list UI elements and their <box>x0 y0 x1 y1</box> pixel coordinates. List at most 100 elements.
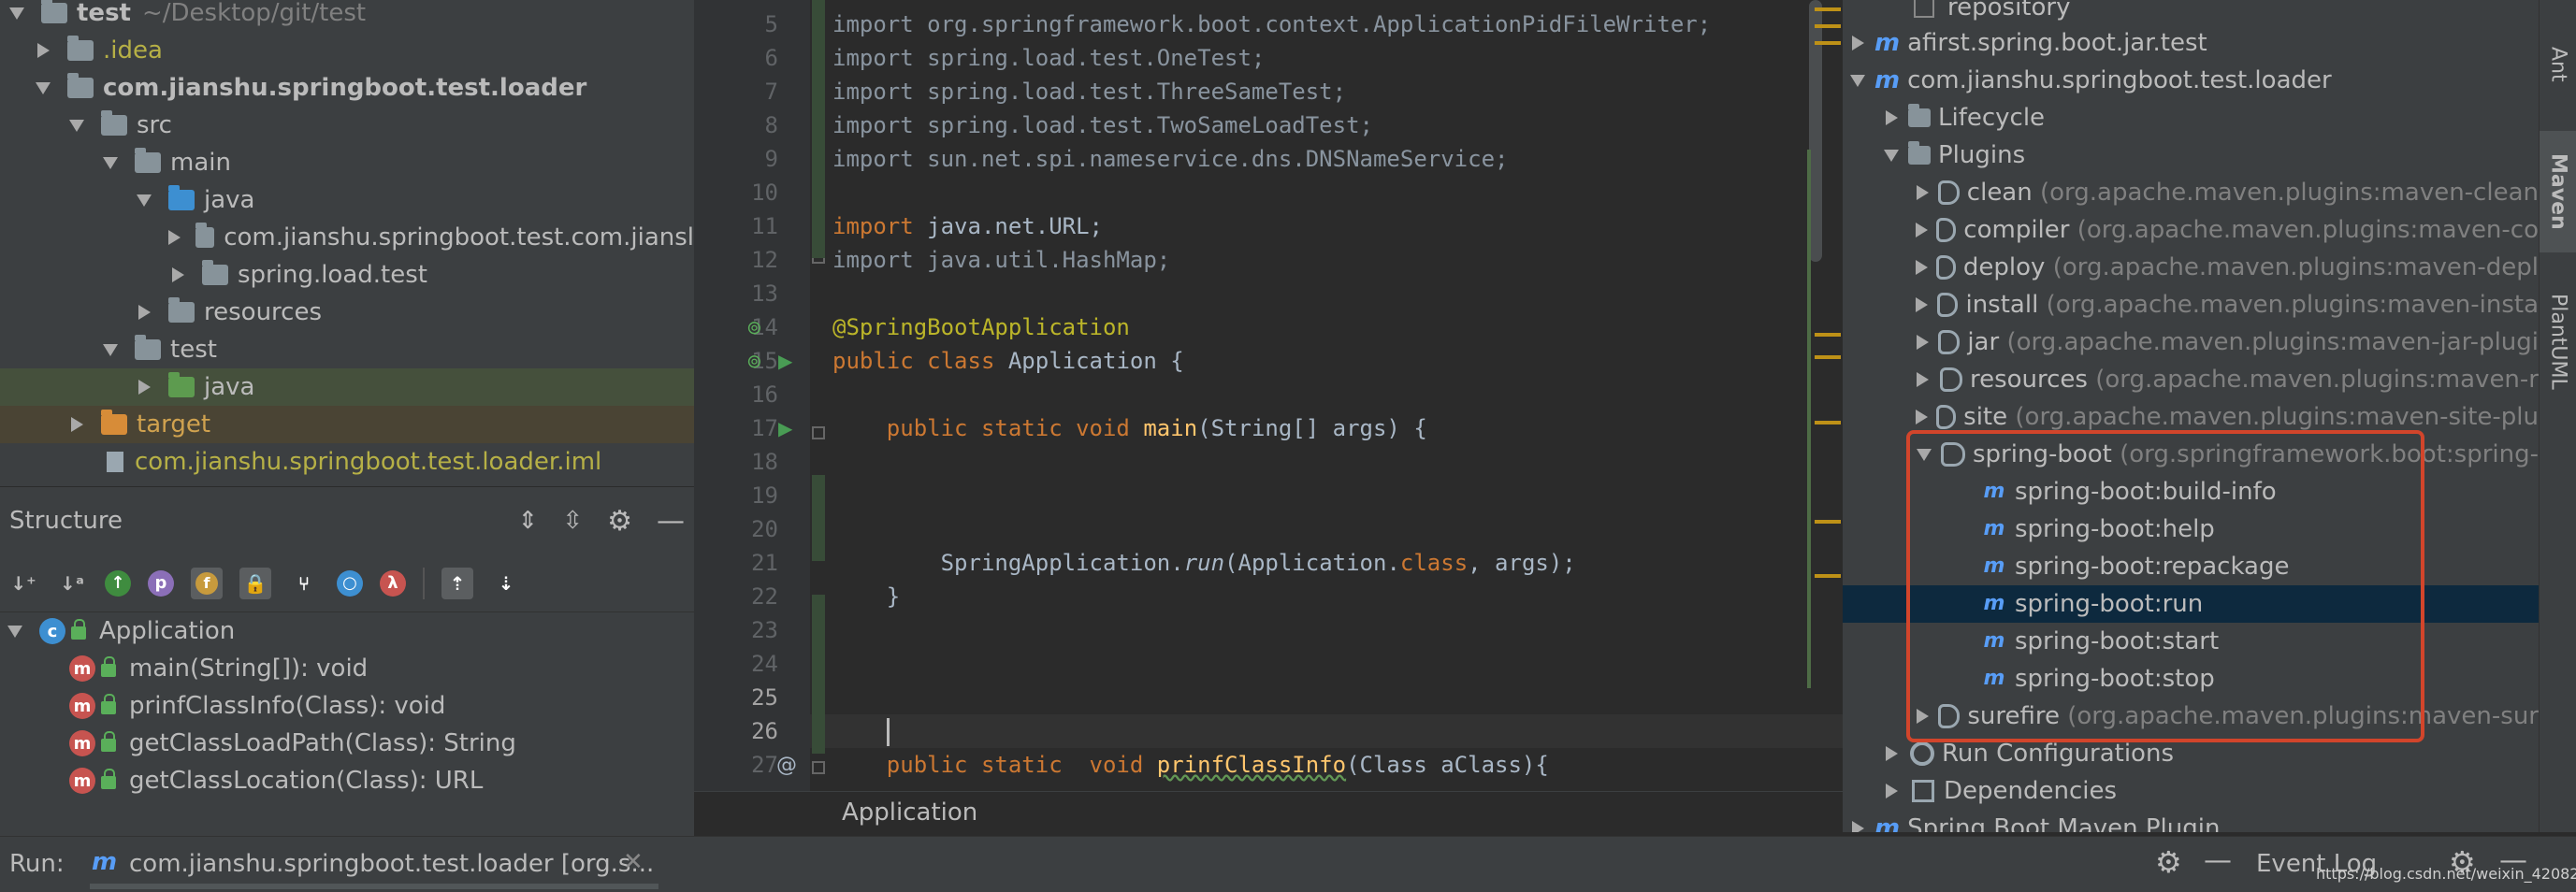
tree-item-target[interactable]: target <box>0 406 694 443</box>
collapsed-arrow-icon[interactable] <box>1885 746 1898 761</box>
maven-goal[interactable]: m spring-boot:repackage <box>1843 548 2539 585</box>
sort-by-visibility-icon[interactable]: ↓⁺ <box>7 568 39 599</box>
collapsed-arrow-icon[interactable] <box>168 230 181 245</box>
expanded-arrow-icon[interactable] <box>103 156 118 169</box>
tree-item-package-2[interactable]: spring.load.test <box>0 256 694 294</box>
warning-marker[interactable] <box>1815 24 1841 28</box>
override-icon[interactable]: @ <box>776 754 797 777</box>
spring-bean-icon[interactable]: ⊚ <box>746 350 762 372</box>
expanded-arrow-icon[interactable] <box>103 343 118 356</box>
expanded-arrow-icon[interactable] <box>1884 149 1899 162</box>
collapse-all-icon[interactable]: ⇳ <box>562 507 583 535</box>
minimize-icon[interactable]: — <box>657 505 685 538</box>
maven-plugin-jar[interactable]: jar (org.apache.maven.plugins:maven-jar-… <box>1843 324 2539 361</box>
collapsed-arrow-icon[interactable] <box>1851 821 1864 832</box>
collapsed-arrow-icon[interactable] <box>137 305 151 320</box>
collapsed-arrow-icon[interactable] <box>1917 372 1930 387</box>
gear-icon[interactable]: ⚙ <box>607 505 632 538</box>
collapsed-arrow-icon[interactable] <box>1885 784 1898 798</box>
collapsed-arrow-icon[interactable] <box>1915 410 1928 424</box>
maven-project-first[interactable]: m afirst.spring.boot.jar.test <box>1843 24 2539 62</box>
expanded-arrow-icon[interactable] <box>7 625 22 638</box>
structure-member[interactable]: m getClassLocation(Class): URL <box>0 762 694 799</box>
maven-lifecycle[interactable]: Lifecycle <box>1843 99 2539 137</box>
maven-plugin-spring-boot[interactable]: spring-boot (org.springframework.boot:sp… <box>1843 436 2539 473</box>
expanded-arrow-icon[interactable] <box>137 194 152 207</box>
tree-item-src[interactable]: src <box>0 107 694 144</box>
structure-member[interactable]: m main(String[]): void <box>0 650 694 687</box>
collapsed-arrow-icon[interactable] <box>1916 185 1929 200</box>
maven-project-loader[interactable]: m com.jianshu.springboot.test.loader <box>1843 62 2539 99</box>
collapsed-arrow-icon[interactable] <box>36 43 50 58</box>
tree-item-idea[interactable]: .idea <box>0 32 694 69</box>
collapsed-arrow-icon[interactable] <box>1885 110 1898 125</box>
editor-breadcrumb[interactable]: Application <box>694 791 1843 832</box>
collapsed-arrow-icon[interactable] <box>70 417 83 432</box>
tree-item-test[interactable]: test <box>0 331 694 368</box>
warning-marker[interactable] <box>1815 333 1841 337</box>
fold-icon[interactable] <box>812 426 825 439</box>
gear-icon[interactable]: ⚙ <box>2155 844 2182 880</box>
maven-goal[interactable]: m spring-boot:start <box>1843 623 2539 660</box>
structure-root[interactable]: c Application <box>0 612 694 650</box>
checkbox-icon[interactable] <box>1914 0 1934 18</box>
collapsed-arrow-icon[interactable] <box>137 380 151 395</box>
expanded-arrow-icon[interactable] <box>9 7 24 20</box>
project-root-row[interactable]: test ~/Desktop/git/test <box>0 0 694 32</box>
maven-item-repository[interactable]: repository <box>1843 0 2539 26</box>
maven-spring-boot-plugin[interactable]: m Spring Boot Maven Plugin <box>1843 810 2539 832</box>
autoscroll-to-source-icon[interactable]: ⇡ <box>441 567 473 599</box>
editor-scrollbar-thumb[interactable] <box>1809 0 1822 262</box>
collapsed-arrow-icon[interactable] <box>171 267 184 282</box>
tree-item-package-1[interactable]: com.jianshu.springboot.test.com.jiansl <box>0 219 694 256</box>
warning-marker[interactable] <box>1815 520 1841 524</box>
show-lambdas-icon[interactable]: λ <box>380 569 406 597</box>
breadcrumb-item[interactable]: Application <box>842 798 977 827</box>
run-gutter-icon[interactable]: ▶ <box>778 350 792 372</box>
collapsed-arrow-icon[interactable] <box>1916 297 1929 312</box>
maven-goal-selected[interactable]: m spring-boot:run <box>1843 585 2539 623</box>
tree-item-main[interactable]: main <box>0 144 694 181</box>
structure-member[interactable]: m getClassLoadPath(Class): String <box>0 725 694 762</box>
fold-icon[interactable] <box>812 761 825 774</box>
tree-item-iml[interactable]: com.jianshu.springboot.test.loader.iml <box>0 443 694 481</box>
warning-marker[interactable] <box>1815 41 1841 45</box>
maven-run-configurations[interactable]: Run Configurations <box>1843 735 2539 772</box>
collapsed-arrow-icon[interactable] <box>1915 260 1928 275</box>
show-classes-icon[interactable]: ○ <box>337 569 363 597</box>
warning-marker[interactable] <box>1815 421 1841 424</box>
maven-plugins[interactable]: Plugins <box>1843 137 2539 174</box>
maven-plugin-surefire[interactable]: surefire (org.apache.maven.plugins:maven… <box>1843 698 2539 735</box>
collapsed-arrow-icon[interactable] <box>1851 36 1864 50</box>
tree-item-java-test[interactable]: java <box>0 368 694 406</box>
maven-plugin-deploy[interactable]: deploy (org.apache.maven.plugins:maven-d… <box>1843 249 2539 286</box>
code-editor[interactable]: 5 6 7 8 9 10 11 12 13 14 15 16 17 18 19 … <box>694 0 1843 832</box>
tree-item-java-main[interactable]: java <box>0 181 694 219</box>
maven-plugin-install[interactable]: install (org.apache.maven.plugins:maven-… <box>1843 286 2539 324</box>
maven-goal[interactable]: m spring-boot:help <box>1843 511 2539 548</box>
show-anonymous-icon[interactable]: ⑂ <box>288 568 320 599</box>
maven-plugin-clean[interactable]: clean (org.apache.maven.plugins:maven-cl… <box>1843 174 2539 211</box>
expanded-arrow-icon[interactable] <box>69 119 84 132</box>
close-icon[interactable]: ✕ <box>623 848 644 876</box>
sort-alphabetically-icon[interactable]: ↓ᵃ <box>56 568 88 599</box>
tab-plantuml[interactable]: PlantUML <box>2540 271 2576 411</box>
collapsed-arrow-icon[interactable] <box>1916 709 1929 724</box>
structure-member[interactable]: m prinfClassInfo(Class): void <box>0 687 694 725</box>
collapsed-arrow-icon[interactable] <box>1915 223 1928 237</box>
maven-dependencies[interactable]: Dependencies <box>1843 772 2539 810</box>
show-inherited-icon[interactable]: ↑ <box>105 569 131 597</box>
run-gutter-icon[interactable]: ▶ <box>778 417 792 439</box>
spring-bean-icon[interactable]: ⊚ <box>746 316 762 338</box>
run-tab-title[interactable]: com.jianshu.springboot.test.loader [org.… <box>129 850 654 878</box>
show-properties-icon[interactable]: p <box>148 569 174 597</box>
minimize-icon[interactable]: — <box>2204 844 2232 877</box>
maven-plugin-resources[interactable]: resources (org.apache.maven.plugins:mave… <box>1843 361 2539 398</box>
autoscroll-from-source-icon[interactable]: ⇣ <box>490 568 522 599</box>
maven-plugin-site[interactable]: site (org.apache.maven.plugins:maven-sit… <box>1843 398 2539 436</box>
warning-marker[interactable] <box>1815 7 1841 11</box>
maven-goal[interactable]: m spring-boot:stop <box>1843 660 2539 698</box>
tree-item-resources[interactable]: resources <box>0 294 694 331</box>
tab-ant[interactable]: Ant <box>2540 13 2576 116</box>
tab-maven[interactable]: Maven <box>2540 131 2576 252</box>
